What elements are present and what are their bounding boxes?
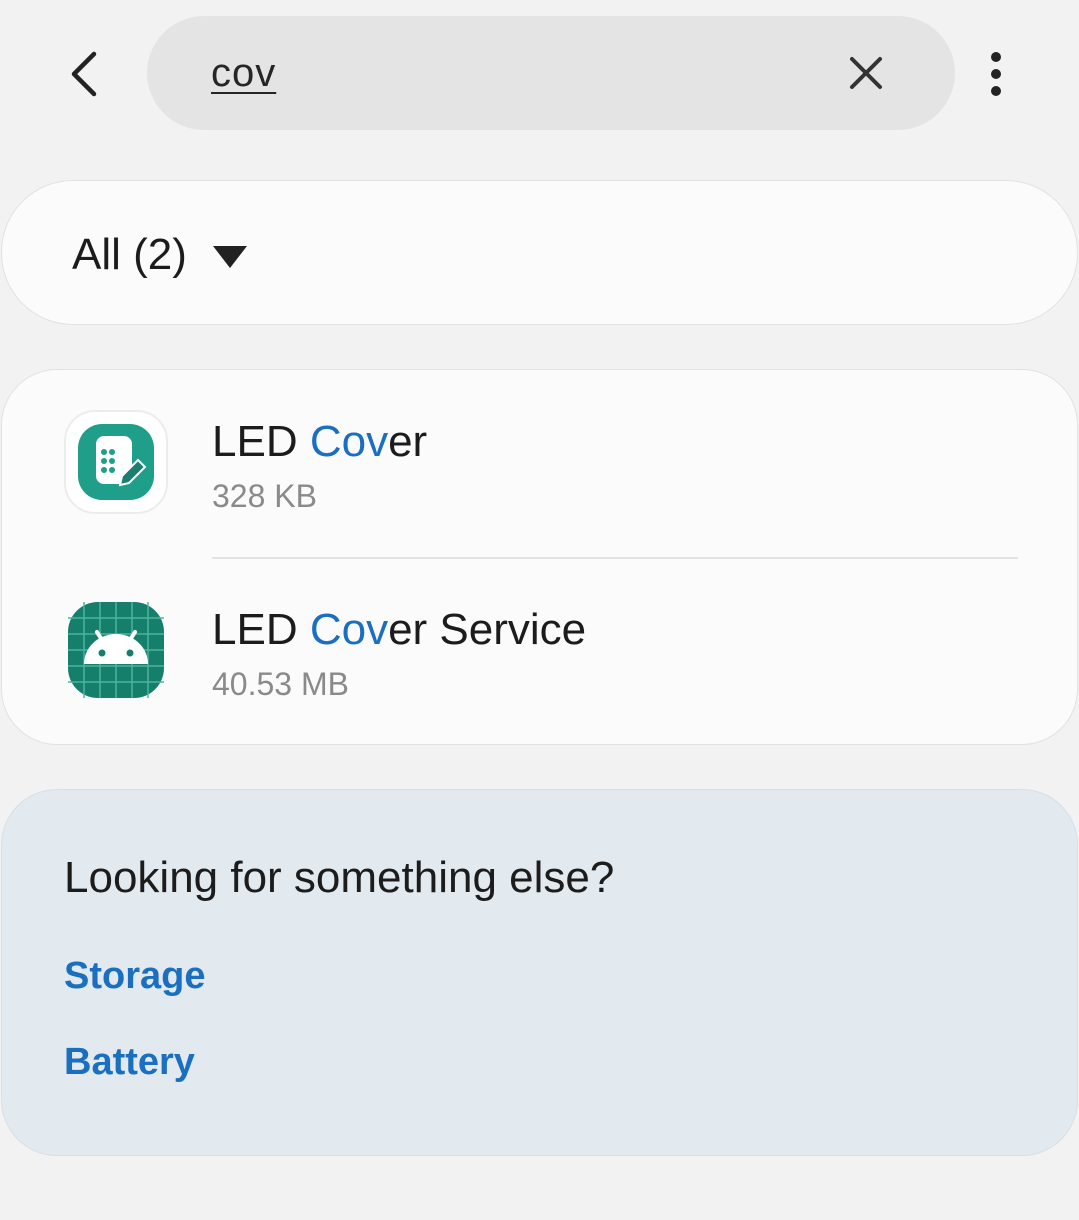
search-input[interactable]: cov bbox=[211, 48, 276, 98]
app-name: LED Cover bbox=[212, 417, 428, 466]
clear-search-button[interactable] bbox=[837, 44, 895, 102]
suggestions-card: Looking for something else? Storage Batt… bbox=[1, 789, 1078, 1156]
more-options-button[interactable] bbox=[970, 42, 1022, 106]
more-vert-icon bbox=[991, 52, 1001, 96]
battery-link[interactable]: Battery bbox=[64, 1038, 195, 1086]
filter-dropdown-label: All (2) bbox=[72, 230, 187, 279]
close-icon bbox=[850, 57, 882, 89]
android-app-icon bbox=[64, 598, 168, 702]
filter-dropdown[interactable]: All (2) bbox=[72, 225, 247, 285]
caret-down-icon bbox=[212, 246, 247, 268]
search-results-list: LED Cover 328 KB LED Cover Service 40.53… bbox=[1, 369, 1078, 745]
search-field[interactable]: cov bbox=[147, 16, 955, 130]
list-item[interactable]: LED Cover 328 KB bbox=[2, 370, 1077, 555]
app-size: 40.53 MB bbox=[212, 666, 349, 702]
led-cover-app-icon bbox=[64, 410, 168, 514]
search-match-highlight: Cov bbox=[309, 605, 389, 654]
back-arrow-icon bbox=[71, 51, 97, 97]
list-item[interactable]: LED Cover Service 40.53 MB bbox=[2, 558, 1077, 743]
filter-card: All (2) bbox=[1, 180, 1078, 325]
search-match-highlight: Cov bbox=[309, 417, 389, 466]
suggestions-title: Looking for something else? bbox=[64, 853, 615, 902]
back-button[interactable] bbox=[52, 42, 116, 106]
storage-link[interactable]: Storage bbox=[64, 952, 205, 1000]
top-bar: cov bbox=[0, 0, 1079, 150]
app-size: 328 KB bbox=[212, 478, 317, 514]
app-name: LED Cover Service bbox=[212, 605, 587, 654]
